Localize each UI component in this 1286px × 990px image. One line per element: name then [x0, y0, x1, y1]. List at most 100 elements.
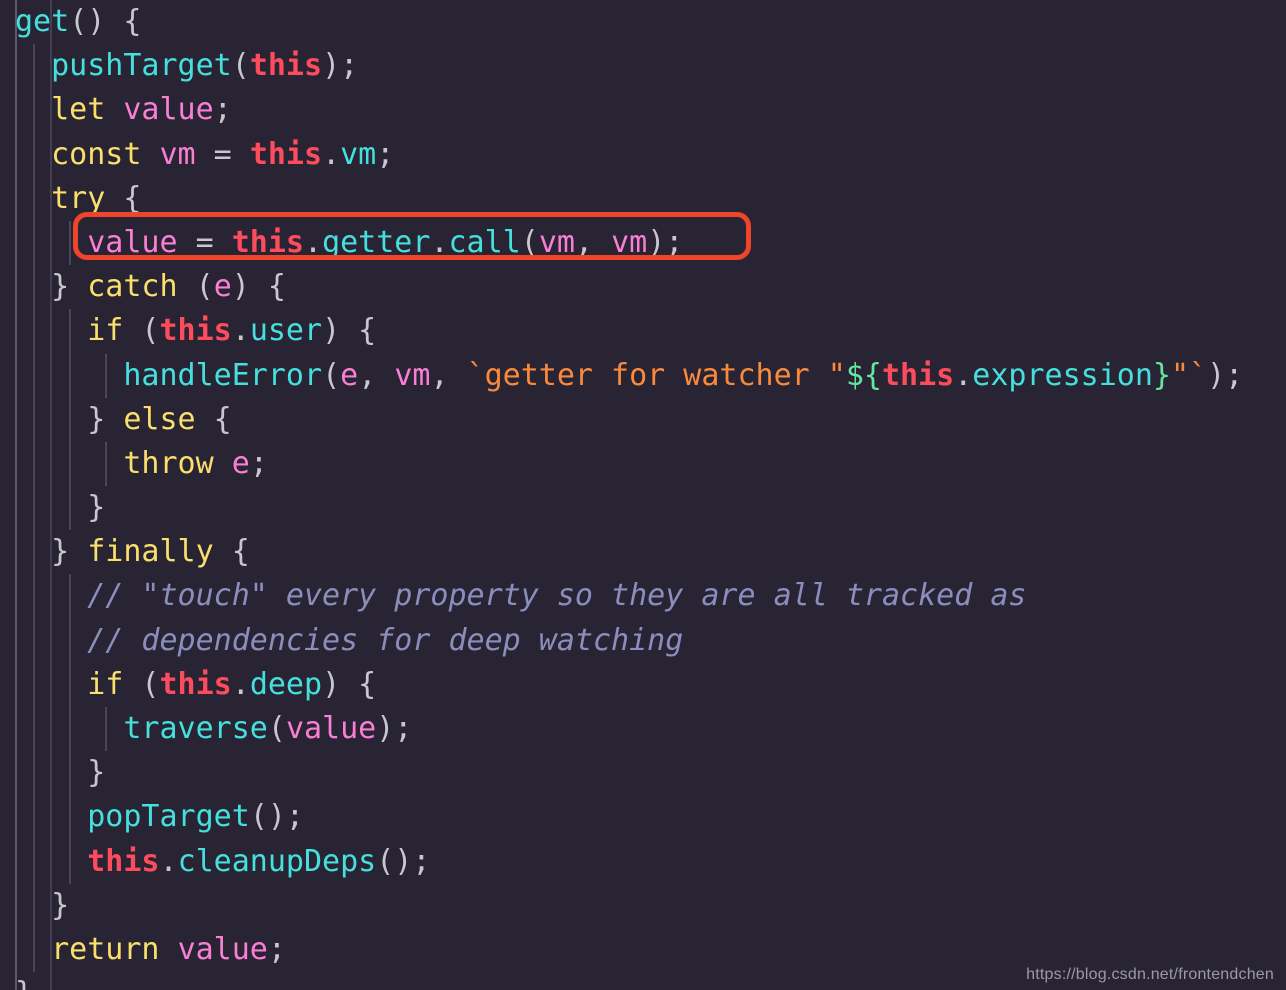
token-prop: vm — [340, 136, 377, 172]
code-line[interactable]: } — [0, 486, 1286, 531]
indent-guide-tick — [33, 927, 35, 973]
code-line[interactable]: popTarget(); — [0, 795, 1286, 840]
indent-guide-tick — [33, 88, 35, 133]
indent-guide-tick — [33, 220, 35, 266]
indent-guide-tick — [69, 751, 72, 796]
code-line[interactable]: } — [0, 751, 1286, 796]
token-var: value — [87, 224, 178, 260]
indent-guide-tick — [33, 486, 35, 531]
code-line[interactable]: traverse(value); — [0, 707, 1286, 752]
token-punc: ; — [376, 136, 395, 172]
token-kw: throw — [123, 445, 214, 481]
code-content[interactable]: get() { pushTarget(this); let value; con… — [0, 0, 1286, 990]
code-line[interactable]: try { — [0, 176, 1286, 221]
token-punc — [15, 844, 87, 879]
token-punc: ) { — [231, 269, 286, 305]
token-kw: let — [51, 92, 106, 128]
token-prop: cleanupDeps — [177, 843, 377, 879]
token-punc: = — [177, 224, 232, 260]
token-punc: ; — [213, 92, 232, 128]
token-kw: try — [51, 180, 106, 216]
token-punc: . — [159, 843, 178, 879]
token-punc: . — [304, 224, 323, 260]
code-line[interactable]: value = this.getter.call(vm, vm); — [0, 220, 1286, 266]
token-fn: traverse — [123, 711, 268, 746]
token-punc: { — [213, 534, 250, 570]
token-punc: } — [15, 755, 106, 791]
token-prop: getter — [322, 224, 431, 260]
code-line[interactable]: const vm = this.vm; — [0, 132, 1286, 177]
token-punc — [141, 137, 159, 172]
indent-guide-tick — [33, 662, 35, 707]
token-this: this — [881, 357, 955, 393]
token-fn: handleError — [123, 357, 323, 393]
token-var: vm — [538, 224, 575, 260]
code-line[interactable]: let value; — [0, 88, 1286, 133]
indent-guide-tick — [69, 309, 72, 354]
code-line[interactable]: this.cleanupDeps(); — [0, 839, 1286, 884]
token-kw: return — [51, 931, 160, 967]
token-var: value — [123, 92, 214, 128]
indent-guide-tick — [69, 397, 72, 442]
indent-guide-tick — [69, 220, 72, 266]
indent-guide-tick — [105, 707, 108, 752]
indent-guide-tick — [105, 441, 108, 487]
token-punc: ( — [322, 357, 341, 393]
code-line[interactable]: handleError(e, vm, `getter for watcher "… — [0, 353, 1286, 398]
token-punc: } — [15, 887, 70, 923]
code-line[interactable]: pushTarget(this); — [0, 44, 1286, 89]
code-line[interactable]: } else { — [0, 397, 1286, 442]
token-punc — [214, 446, 232, 481]
token-punc: , — [430, 357, 467, 393]
token-var: vm — [159, 136, 196, 172]
token-punc — [15, 799, 87, 834]
token-var: e — [231, 445, 250, 481]
token-punc — [15, 225, 87, 260]
indent-guide-tick — [33, 397, 35, 442]
indent-guide-tick — [69, 839, 72, 884]
token-punc: (); — [376, 843, 431, 879]
token-punc: . — [322, 136, 341, 172]
token-punc: = — [195, 136, 250, 172]
token-punc: ( — [267, 711, 286, 746]
code-line[interactable]: get() { — [0, 0, 1286, 44]
indent-guide-tick — [69, 486, 72, 531]
token-punc: } — [15, 490, 106, 526]
token-var: e — [340, 357, 359, 393]
token-str: `getter for watcher " — [466, 357, 846, 393]
code-editor[interactable]: get() { pushTarget(this); let value; con… — [0, 0, 1286, 990]
token-comment: // "touch" every property so they are al… — [87, 578, 1027, 614]
code-line[interactable]: if (this.user) { — [0, 309, 1286, 354]
token-punc: , — [574, 224, 612, 260]
code-line[interactable]: // dependencies for deep watching — [0, 618, 1286, 663]
code-line[interactable]: } — [0, 883, 1286, 928]
indent-guide-tick — [69, 441, 72, 487]
token-prop: user — [249, 313, 323, 349]
token-var: e — [213, 269, 232, 305]
code-line[interactable]: // "touch" every property so they are al… — [0, 574, 1286, 619]
token-kw: catch — [87, 269, 178, 305]
indent-guide-tick — [33, 353, 35, 398]
code-line[interactable]: if (this.deep) { — [0, 662, 1286, 707]
indent-guide-tick — [33, 265, 35, 310]
token-this: this — [249, 48, 323, 84]
token-kw: const — [51, 136, 142, 172]
indent-guide-tick — [33, 751, 35, 796]
indent-guide-tick — [69, 795, 72, 840]
token-punc: { — [195, 401, 232, 437]
indent-guide-tick — [33, 530, 35, 575]
token-punc: ); — [1207, 357, 1244, 393]
indent-guide-tick — [33, 441, 35, 487]
token-punc — [105, 92, 123, 127]
code-line[interactable]: } catch (e) { — [0, 265, 1286, 310]
token-var: vm — [611, 224, 648, 260]
code-line[interactable]: throw e; — [0, 441, 1286, 487]
token-prop: call — [448, 224, 521, 260]
token-punc — [15, 667, 87, 702]
code-line[interactable]: } finally { — [0, 530, 1286, 575]
token-punc: ( — [177, 269, 214, 305]
token-punc: ( — [123, 666, 160, 702]
token-kw: if — [87, 666, 124, 702]
token-punc — [15, 623, 87, 658]
token-prop: expression — [972, 357, 1153, 393]
